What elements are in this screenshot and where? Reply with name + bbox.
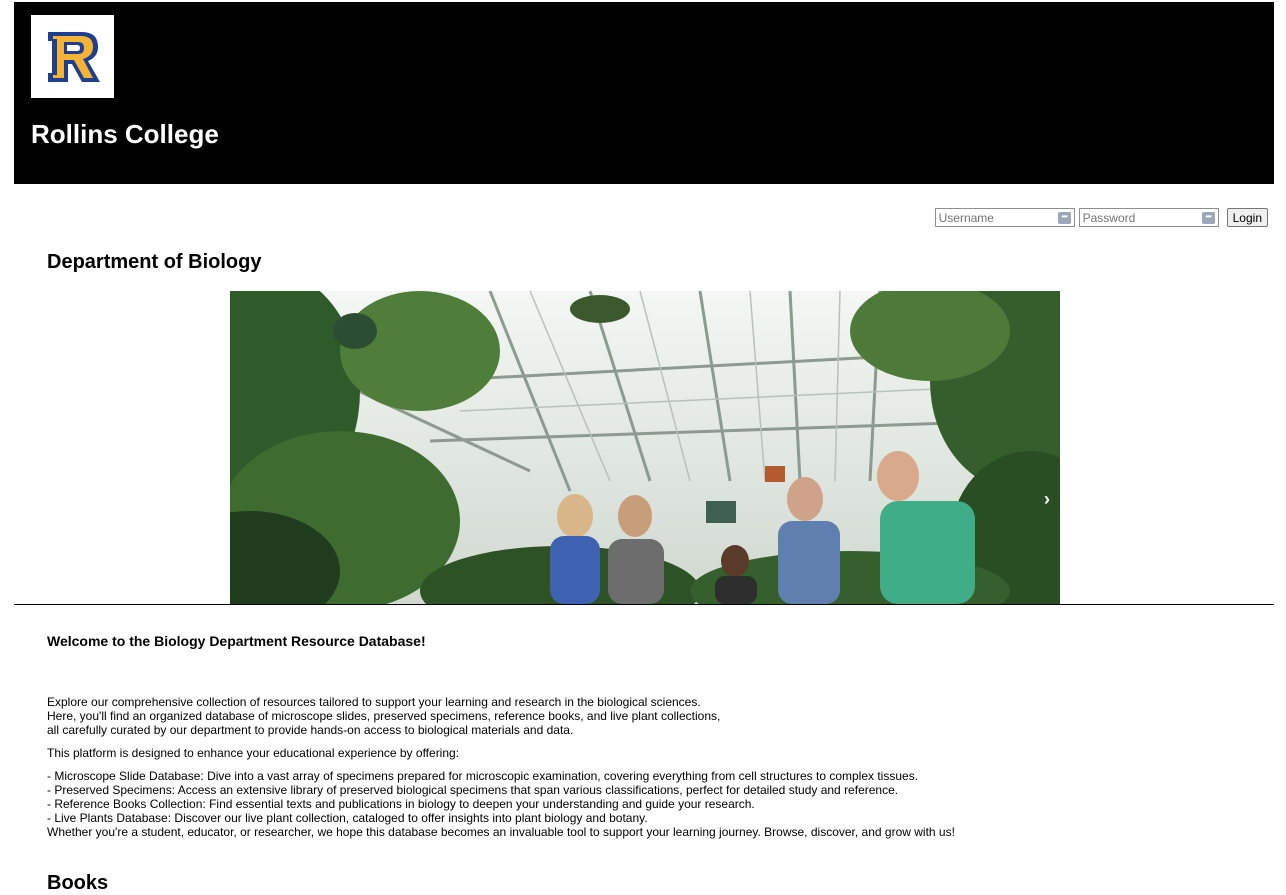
closing-line: Whether you're a student, educator, or r… <box>47 825 955 839</box>
intro-line: Explore our comprehensive collection of … <box>47 695 701 709</box>
books-heading: Books <box>47 872 109 894</box>
login-form: ••• ••• Login <box>934 208 1268 227</box>
features-list: - Microscope Slide Database: Dive into a… <box>47 769 1247 839</box>
welcome-content: Explore our comprehensive collection of … <box>47 695 1247 839</box>
intro-paragraph: Explore our comprehensive collection of … <box>47 695 1247 737</box>
login-button[interactable]: Login <box>1226 208 1268 227</box>
username-input[interactable] <box>935 209 1074 227</box>
section-divider <box>14 604 1274 605</box>
carousel-next-icon[interactable]: › <box>1044 489 1050 510</box>
password-manager-icon[interactable]: ••• <box>1201 212 1215 224</box>
department-title: Department of Biology <box>47 251 262 273</box>
welcome-heading: Welcome to the Biology Department Resour… <box>47 633 426 649</box>
college-logo[interactable] <box>31 15 114 98</box>
username-field-wrapper: ••• <box>934 208 1075 227</box>
feature-item: - Live Plants Database: Discover our liv… <box>47 811 648 825</box>
platform-line: This platform is designed to enhance you… <box>47 746 460 760</box>
feature-item: - Microscope Slide Database: Dive into a… <box>47 769 919 783</box>
site-header: Rollins College <box>14 2 1274 184</box>
hero-carousel[interactable]: › <box>230 291 1060 604</box>
rollins-r-icon <box>47 31 100 82</box>
intro-line: Here, you'll find an organized database … <box>47 709 721 723</box>
password-input[interactable] <box>1079 209 1218 227</box>
greenhouse-photo <box>230 291 1060 604</box>
feature-item: - Reference Books Collection: Find essen… <box>47 797 755 811</box>
password-field-wrapper: ••• <box>1078 208 1219 227</box>
feature-item: - Preserved Specimens: Access an extensi… <box>47 783 899 797</box>
site-title: Rollins College <box>31 119 219 149</box>
intro-line: all carefully curated by our department … <box>47 723 574 737</box>
password-manager-icon[interactable]: ••• <box>1057 212 1071 224</box>
